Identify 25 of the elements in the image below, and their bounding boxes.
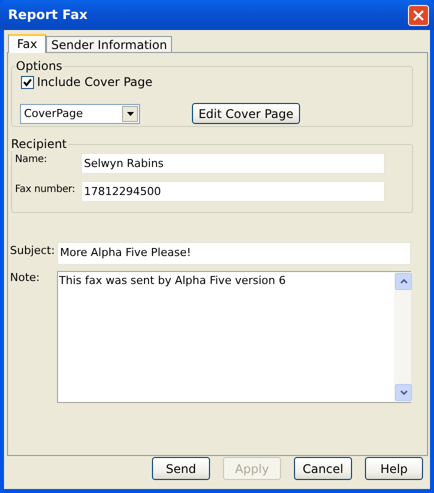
close-icon [413, 10, 424, 20]
scroll-bar[interactable] [394, 272, 411, 402]
tab[interactable]: Fax [8, 34, 46, 53]
window-title: Report Fax [8, 8, 88, 22]
edit-cover-page-button[interactable]: Edit Cover Page [192, 103, 300, 124]
caret-icon [126, 112, 134, 116]
input-field[interactable]: Selwyn Rabins [81, 153, 385, 174]
tab[interactable]: Sender Information [46, 36, 172, 52]
cover-page-dropdown[interactable]: CoverPage [20, 104, 140, 124]
checkbox-label: Include Cover Page [37, 75, 152, 89]
note-field[interactable]: This fax was sent by Alpha Five version 6 [57, 271, 411, 403]
field-label: Fax number: [15, 183, 76, 195]
dialog-button[interactable]: Send [152, 457, 210, 480]
input-field[interactable]: 17812294500 [81, 181, 385, 202]
field-label: Subject: [10, 243, 56, 257]
field-label: Note: [10, 271, 41, 284]
dialog-button[interactable]: Help [365, 457, 423, 480]
subject-field[interactable]: More Alpha Five Please! [57, 242, 411, 265]
field-label: Name: [15, 153, 48, 165]
group-title: Recipient [10, 137, 68, 151]
group-title: Options [15, 59, 64, 73]
check-icon [23, 78, 32, 86]
dialog-button[interactable]: Cancel [294, 457, 352, 480]
checkbox[interactable] [21, 76, 34, 88]
close-button[interactable] [408, 4, 429, 26]
